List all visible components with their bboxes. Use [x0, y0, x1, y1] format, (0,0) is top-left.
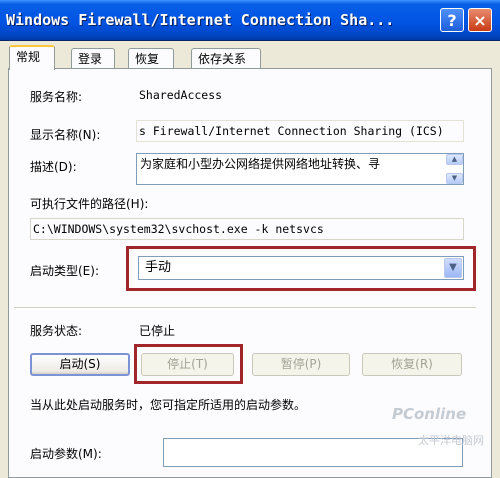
tab-dependencies[interactable]: 依存关系 — [191, 48, 261, 69]
highlight-stop — [134, 344, 243, 384]
watermark-logo: PConline — [392, 405, 467, 423]
service-name-value: SharedAccess — [139, 88, 223, 102]
exe-path-label: 可执行文件的路径(H): — [30, 197, 149, 211]
description-value: 为家庭和小型办公网络提供网络地址转换、寻 — [140, 157, 381, 171]
description-field[interactable]: 为家庭和小型办公网络提供网络地址转换、寻 — [136, 153, 464, 185]
exe-path-field: C:\WINDOWS\system32\svchost.exe -k netsv… — [30, 218, 464, 240]
resume-button[interactable]: 恢复(R) — [362, 353, 462, 376]
close-button[interactable]: × — [468, 8, 492, 32]
startup-type-label: 启动类型(E): — [30, 264, 99, 278]
start-params-label: 启动参数(M): — [30, 447, 102, 461]
start-button[interactable]: 启动(S) — [30, 353, 130, 376]
watermark-subtitle: 太平洋电脑网 — [418, 434, 484, 447]
service-name-label: 服务名称: — [30, 90, 83, 104]
window-title: Windows Firewall/Internet Connection Sha… — [6, 11, 395, 29]
divider — [14, 307, 476, 309]
tab-recovery[interactable]: 恢复 — [128, 48, 174, 69]
display-name-label: 显示名称(N): — [30, 128, 101, 142]
description-scrollbar[interactable]: ▲ ▼ — [446, 154, 463, 184]
scroll-down-icon[interactable]: ▼ — [446, 173, 463, 184]
pause-button[interactable]: 暂停(P) — [252, 353, 350, 376]
title-bar[interactable]: Windows Firewall/Internet Connection Sha… — [0, 0, 500, 41]
description-label: 描述(D): — [30, 160, 77, 174]
start-params-hint: 当从此处启动服务时，您可指定所适用的启动参数。 — [30, 398, 307, 412]
tab-logon[interactable]: 登录 — [71, 48, 115, 69]
display-name-field[interactable]: s Firewall/Internet Connection Sharing (… — [136, 120, 464, 142]
status-value: 已停止 — [139, 324, 176, 338]
scroll-up-icon[interactable]: ▲ — [446, 154, 463, 165]
status-label: 服务状态: — [30, 324, 83, 338]
display-name-value: s Firewall/Internet Connection Sharing (… — [139, 124, 444, 138]
tab-general[interactable]: 常规 — [9, 45, 55, 70]
help-button[interactable]: ? — [440, 8, 464, 32]
highlight-startup-type — [126, 246, 476, 291]
